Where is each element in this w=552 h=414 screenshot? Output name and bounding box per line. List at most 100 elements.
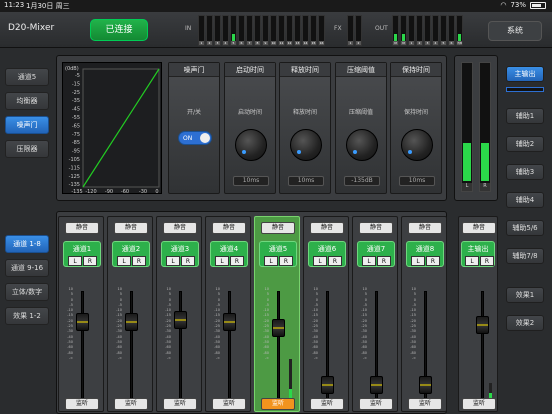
channel-name[interactable]: 通道5 L R xyxy=(259,241,297,267)
channel-strip-2: 静音通道2 L R 10 5 0 -5 -10 -15 -20 -25 -30 -40 -50 -60 -80… xyxy=(107,216,153,412)
mute-button[interactable]: 静音 xyxy=(65,222,99,234)
in-meter-3: 3 xyxy=(214,15,221,46)
main-fader[interactable] xyxy=(463,273,501,401)
fader[interactable]: 10 5 0 -5 -10 -15 -20 -25 -30 -40 -50 -60 -80 -∞ xyxy=(112,273,150,401)
monitor-button[interactable]: 监听 xyxy=(408,398,442,410)
main-name[interactable]: 主输出 L R xyxy=(461,241,495,267)
pan-right-button[interactable]: R xyxy=(328,256,342,266)
fader-knob[interactable] xyxy=(321,376,334,394)
fader-knob[interactable] xyxy=(76,313,89,331)
bus-button-9[interactable]: 效果2 xyxy=(506,315,544,331)
bus-button-4[interactable]: 辅助3 xyxy=(506,164,544,180)
gate-toggle[interactable]: ON xyxy=(178,131,212,145)
system-button[interactable]: 系统 xyxy=(488,21,542,41)
pan-right-button[interactable]: R xyxy=(132,256,146,266)
fader[interactable]: 10 5 0 -5 -10 -15 -20 -25 -30 -40 -50 -60 -80 -∞ xyxy=(210,273,248,401)
mute-button[interactable]: 静音 xyxy=(261,222,295,234)
bus-button-6[interactable]: 辅助5/6 xyxy=(506,220,544,236)
bus-button-3[interactable]: 辅助2 xyxy=(506,136,544,152)
monitor-button[interactable]: 监听 xyxy=(65,398,99,410)
bus-button-2[interactable]: 辅助1 xyxy=(506,108,544,124)
channel-name[interactable]: 通道7 L R xyxy=(357,241,395,267)
fader-knob[interactable] xyxy=(125,313,138,331)
mute-button[interactable]: 静音 xyxy=(212,222,246,234)
nav-item-1[interactable]: 通道 1-8 xyxy=(5,235,49,253)
channel-name[interactable]: 通道4 L R xyxy=(210,241,248,267)
fader[interactable]: 10 5 0 -5 -10 -15 -20 -25 -30 -40 -50 -60 -80 -∞ xyxy=(63,273,101,401)
main-mute-button[interactable]: 静音 xyxy=(462,222,496,234)
pan-right-button[interactable]: R xyxy=(83,256,97,266)
main-monitor-button[interactable]: 监听 xyxy=(462,398,496,410)
nav-item-3[interactable]: 立体/数字 xyxy=(5,283,49,301)
value-box[interactable]: 10ms xyxy=(233,176,269,186)
fader[interactable]: 10 5 0 -5 -10 -15 -20 -25 -30 -40 -50 -60 -80 -∞ xyxy=(406,273,444,401)
monitor-button[interactable]: 监听 xyxy=(310,398,344,410)
monitor-button[interactable]: 监听 xyxy=(114,398,148,410)
fader[interactable]: 10 5 0 -5 -10 -15 -20 -25 -30 -40 -50 -60 -80 -∞ xyxy=(259,273,297,401)
fader-knob[interactable] xyxy=(419,376,432,394)
pan-right-button[interactable]: R xyxy=(377,256,391,266)
pan-left-button[interactable]: L xyxy=(313,256,327,266)
battery-icon xyxy=(530,1,546,9)
mute-button[interactable]: 静音 xyxy=(310,222,344,234)
pan-left-button[interactable]: L xyxy=(68,256,82,266)
pan-right-button[interactable]: R xyxy=(279,256,293,266)
graph-y-tick: -125 xyxy=(69,174,80,180)
value-box[interactable]: -135dB xyxy=(344,176,380,186)
nav-item-4[interactable]: 压限器 xyxy=(5,140,49,158)
in-meter-2: 2 xyxy=(206,15,213,46)
value-box[interactable]: 10ms xyxy=(288,176,324,186)
bus-button-8[interactable]: 效果1 xyxy=(506,287,544,303)
pan-left-button[interactable]: L xyxy=(117,256,131,266)
fader-knob[interactable] xyxy=(223,313,236,331)
mute-button[interactable]: 静音 xyxy=(359,222,393,234)
mute-button[interactable]: 静音 xyxy=(163,222,197,234)
bus-button-1[interactable]: 主输出 xyxy=(506,66,544,82)
rotary-knob[interactable] xyxy=(401,129,433,161)
value-box[interactable]: 10ms xyxy=(399,176,435,186)
pan-left-button[interactable]: L xyxy=(411,256,425,266)
channel-name[interactable]: 通道1 L R xyxy=(63,241,101,267)
fader[interactable]: 10 5 0 -5 -10 -15 -20 -25 -30 -40 -50 -60 -80 -∞ xyxy=(161,273,199,401)
fader[interactable]: 10 5 0 -5 -10 -15 -20 -25 -30 -40 -50 -60 -80 -∞ xyxy=(357,273,395,401)
main-r-button[interactable]: R xyxy=(480,256,494,266)
nav-item-2[interactable]: 通道 9-16 xyxy=(5,259,49,277)
nav-item-1[interactable]: 通道5 xyxy=(5,68,49,86)
rotary-knob[interactable] xyxy=(235,129,267,161)
main-strip: 静音 主输出 L R 监听 xyxy=(458,216,498,412)
meter-number: M xyxy=(393,41,398,45)
fader-knob[interactable] xyxy=(370,376,383,394)
nav-item-4[interactable]: 效果 1-2 xyxy=(5,307,49,325)
monitor-button[interactable]: 监听 xyxy=(163,398,197,410)
main-fader-knob[interactable] xyxy=(476,316,489,334)
channel-name[interactable]: 通道3 L R xyxy=(161,241,199,267)
pan-right-button[interactable]: R xyxy=(230,256,244,266)
bus-button-7[interactable]: 辅助7/8 xyxy=(506,248,544,264)
fader[interactable]: 10 5 0 -5 -10 -15 -20 -25 -30 -40 -50 -60 -80 -∞ xyxy=(308,273,346,401)
nav-item-2[interactable]: 均衡器 xyxy=(5,92,49,110)
main-l-button[interactable]: L xyxy=(465,256,479,266)
pan-right-button[interactable]: R xyxy=(181,256,195,266)
rotary-knob[interactable] xyxy=(290,129,322,161)
nav-item-3[interactable]: 噪声门 xyxy=(5,116,49,134)
connection-button[interactable]: 已连接 xyxy=(90,19,148,41)
monitor-button[interactable]: 监听 xyxy=(212,398,246,410)
monitor-button[interactable]: 监听 xyxy=(261,398,295,410)
channel-name[interactable]: 通道6 L R xyxy=(308,241,346,267)
pan-left-button[interactable]: L xyxy=(264,256,278,266)
fader-knob[interactable] xyxy=(174,311,187,329)
pan-left-button[interactable]: L xyxy=(215,256,229,266)
pan-left-button[interactable]: L xyxy=(362,256,376,266)
graph-y-tick: -85 xyxy=(72,140,80,146)
mute-button[interactable]: 静音 xyxy=(408,222,442,234)
channel-name[interactable]: 通道2 L R xyxy=(112,241,150,267)
pan-right-button[interactable]: R xyxy=(426,256,440,266)
fader-knob[interactable] xyxy=(272,319,285,337)
bus-button-5[interactable]: 辅助4 xyxy=(506,192,544,208)
pan-left-button[interactable]: L xyxy=(166,256,180,266)
channel-name[interactable]: 通道8 L R xyxy=(406,241,444,267)
monitor-button[interactable]: 监听 xyxy=(359,398,393,410)
status-time: 11:23 xyxy=(4,1,25,9)
mute-button[interactable]: 静音 xyxy=(114,222,148,234)
rotary-knob[interactable] xyxy=(346,129,378,161)
